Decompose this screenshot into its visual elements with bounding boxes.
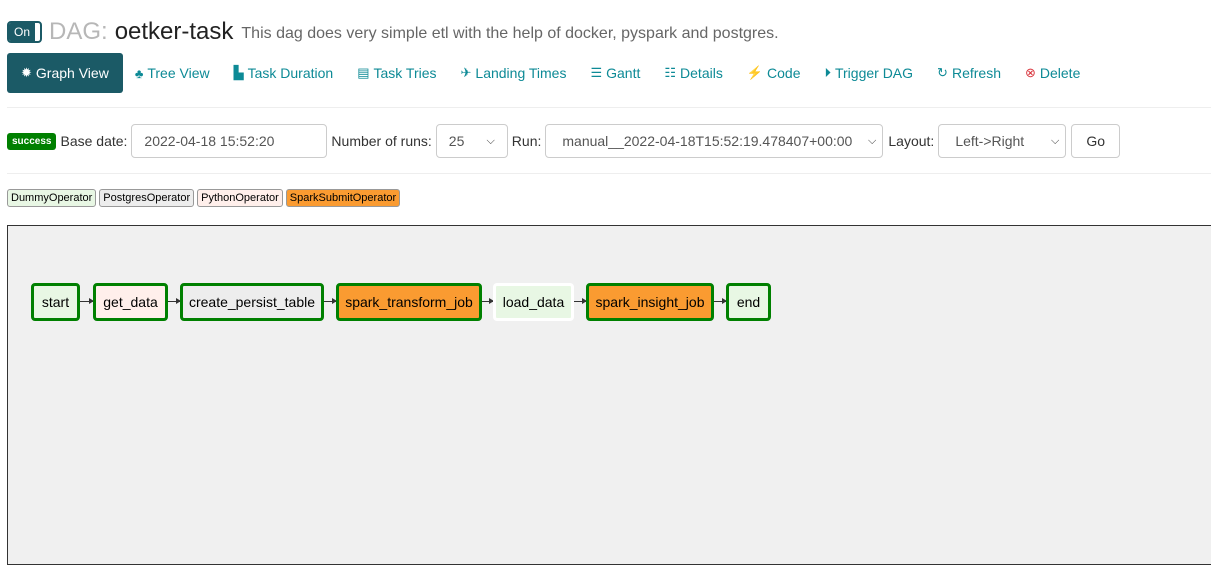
nav-code[interactable]: ⚡ Code: [735, 53, 813, 93]
num-runs-label: Number of runs:: [331, 133, 432, 149]
nav-label: Tree View: [147, 65, 210, 81]
chevron-down-icon: ⌵: [868, 134, 877, 147]
nav-label: Trigger DAG: [834, 65, 914, 81]
nav-details[interactable]: ☷ Details: [652, 53, 734, 93]
nav-gantt[interactable]: ☰ Gantt: [578, 53, 652, 93]
task-node[interactable]: spark_insight_job: [586, 283, 714, 321]
nav-label: Graph View: [35, 65, 109, 81]
task-node[interactable]: create_persist_table: [180, 283, 324, 321]
list-icon: ☷: [664, 65, 677, 80]
run-status-badge: success: [7, 132, 57, 150]
edge-arrow: [482, 298, 494, 304]
nav-label: Landing Times: [475, 65, 567, 81]
nav-label: Delete: [1039, 65, 1081, 81]
num-runs-select[interactable]: 25 ⌵: [435, 124, 508, 158]
dag-graph-canvas[interactable]: start get_data create_persist_table spar…: [7, 225, 1211, 565]
run-label: Run:: [511, 133, 542, 149]
dag-nav: ✹ Graph View ♣ Tree View ▙ Task Duration…: [7, 53, 1092, 93]
base-date-label: Base date:: [60, 133, 128, 149]
nav-tree-view[interactable]: ♣ Tree View: [123, 53, 222, 93]
plane-icon: ✈: [460, 65, 472, 80]
tree-icon: ♣: [134, 65, 144, 81]
layout-value: Left->Right: [955, 133, 1025, 149]
edge-arrow: [80, 298, 94, 304]
task-node[interactable]: get_data: [93, 283, 168, 321]
divider: [7, 107, 1211, 108]
dag-id: oetker-task: [114, 18, 234, 45]
graph-controls: success Base date: 2022-04-18 15:52:20 N…: [7, 124, 1120, 158]
nav-label: Details: [680, 65, 723, 81]
go-button[interactable]: Go: [1071, 124, 1120, 158]
layout-select[interactable]: Left->Right ⌵: [938, 124, 1067, 158]
legend-python-operator[interactable]: PythonOperator: [197, 189, 283, 207]
nav-label: Gantt: [606, 65, 641, 81]
task-node[interactable]: load_data: [493, 283, 574, 321]
delete-circle-icon: ⊗: [1024, 65, 1036, 80]
dag-label: DAG:: [49, 18, 108, 45]
refresh-icon: ↻: [937, 65, 948, 80]
chevron-down-icon: ⌵: [1050, 134, 1060, 147]
chevron-down-icon: ⌵: [486, 134, 495, 147]
nav-graph-view[interactable]: ✹ Graph View: [7, 53, 123, 93]
task-node[interactable]: start: [31, 283, 80, 321]
nav-label: Refresh: [951, 65, 1001, 81]
num-runs-value: 25: [448, 133, 465, 149]
bolt-icon: ⚡: [746, 65, 764, 80]
nav-task-duration[interactable]: ▙ Task Duration: [222, 53, 346, 93]
base-date-input[interactable]: 2022-04-18 15:52:20: [131, 124, 328, 158]
nav-label: Task Tries: [373, 65, 437, 81]
gantt-icon: ☰: [590, 65, 603, 80]
run-select[interactable]: manual__2022-04-18T15:52:19.478407+00:00…: [545, 124, 884, 158]
dag-header: On DAG: oetker-task This dag does very s…: [7, 18, 779, 46]
bar-chart-icon: ▙: [233, 65, 244, 80]
nav-trigger-dag[interactable]: ⏵ Trigger DAG: [812, 53, 925, 93]
nav-label: Code: [767, 65, 801, 81]
edge-arrow: [574, 298, 587, 304]
nav-label: Task Duration: [247, 65, 334, 81]
nav-refresh[interactable]: ↻ Refresh: [925, 53, 1013, 93]
play-circle-icon: ⏵: [824, 65, 831, 80]
layout-label: Layout:: [888, 133, 935, 149]
nav-task-tries[interactable]: ▤ Task Tries: [345, 53, 448, 93]
dag-pause-toggle[interactable]: On: [7, 21, 42, 43]
task-node[interactable]: spark_transform_job: [336, 283, 482, 321]
operator-legend: DummyOperator PostgresOperator PythonOpe…: [7, 189, 401, 207]
task-node[interactable]: end: [726, 283, 771, 321]
run-value: manual__2022-04-18T15:52:19.478407+00:00: [562, 133, 853, 149]
files-icon: ▤: [357, 65, 370, 80]
edge-arrow: [168, 298, 181, 304]
divider: [7, 173, 1211, 174]
edge-arrow: [324, 298, 337, 304]
legend-postgres-operator[interactable]: PostgresOperator: [99, 189, 195, 207]
edge-arrow: [714, 298, 727, 304]
nav-landing-times[interactable]: ✈ Landing Times: [449, 53, 579, 93]
legend-dummy-operator[interactable]: DummyOperator: [7, 189, 97, 207]
toggle-label: On: [9, 23, 35, 41]
nav-delete[interactable]: ⊗ Delete: [1013, 53, 1092, 93]
dag-description: This dag does very simple etl with the h…: [241, 25, 779, 42]
sun-icon: ✹: [21, 65, 32, 80]
legend-spark-submit-operator[interactable]: SparkSubmitOperator: [285, 189, 401, 207]
